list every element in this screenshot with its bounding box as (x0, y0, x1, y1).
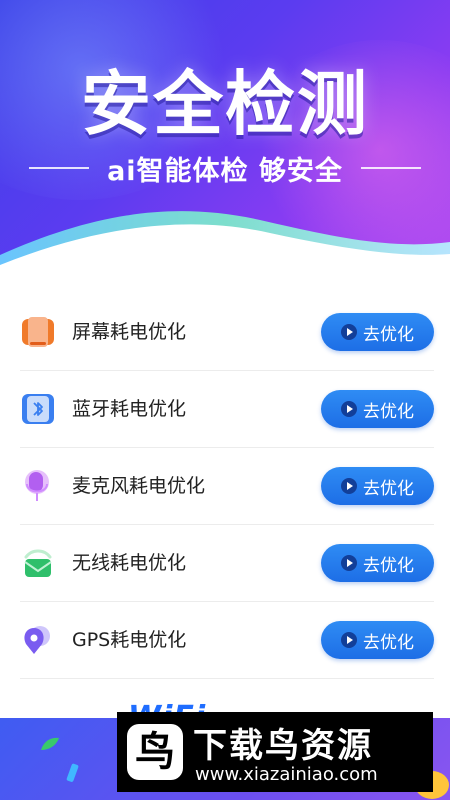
watermark-logo: 鸟 (127, 724, 183, 780)
list-item-bluetooth: 蓝牙耗电优化 去优化 (20, 371, 434, 448)
microphone-icon (25, 470, 49, 501)
optimize-button[interactable]: 去优化 (321, 390, 434, 428)
button-label: 去优化 (363, 478, 414, 499)
divider-left (29, 167, 90, 169)
item-label: 麦克风耗电优化 (72, 475, 206, 497)
screen-icon (22, 317, 54, 347)
button-label: 去优化 (363, 555, 414, 576)
page-title: 安全检测 (81, 63, 369, 145)
wifi-icon (24, 549, 52, 577)
optimize-button[interactable]: 去优化 (321, 544, 434, 582)
gps-icon (24, 626, 50, 654)
list-item-microphone: 麦克风耗电优化 去优化 (20, 448, 434, 525)
play-icon (341, 555, 357, 571)
leaf-icon (41, 737, 59, 750)
watermark-name: 下载鸟资源 (193, 726, 373, 766)
confetti-icon (66, 763, 79, 782)
bird-icon: 鸟 (135, 729, 175, 775)
divider-right (360, 167, 421, 169)
hero-wave (0, 211, 450, 290)
list-item-gps: GPS耗电优化 去优化 (20, 602, 434, 679)
watermark-url: www.xiazainiao.com (195, 764, 378, 785)
item-label: GPS耗电优化 (72, 629, 187, 651)
button-label: 去优化 (363, 324, 414, 345)
item-label: 无线耗电优化 (72, 552, 187, 574)
optimize-button[interactable]: 去优化 (321, 621, 434, 659)
bluetooth-icon (22, 394, 54, 424)
button-label: 去优化 (363, 632, 414, 653)
play-icon (341, 632, 357, 648)
optimize-button[interactable]: 去优化 (321, 313, 434, 351)
list-item-wifi: 无线耗电优化 去优化 (20, 525, 434, 602)
button-label: 去优化 (363, 401, 414, 422)
play-icon (341, 324, 357, 340)
watermark: 鸟 下载鸟资源 www.xiazainiao.com (117, 712, 433, 792)
item-label: 屏幕耗电优化 (72, 321, 187, 343)
list-item-screen: 屏幕耗电优化 去优化 (20, 294, 434, 371)
hero-banner: 安全检测 ai智能体检 够安全 (0, 0, 450, 290)
optimization-list: 屏幕耗电优化 去优化 蓝牙耗电优化 去优化 麦克风耗电优化 去优化 无线耗电优化… (20, 294, 434, 679)
play-icon (341, 478, 357, 494)
item-label: 蓝牙耗电优化 (72, 398, 187, 420)
play-icon (341, 401, 357, 417)
optimize-button[interactable]: 去优化 (321, 467, 434, 505)
